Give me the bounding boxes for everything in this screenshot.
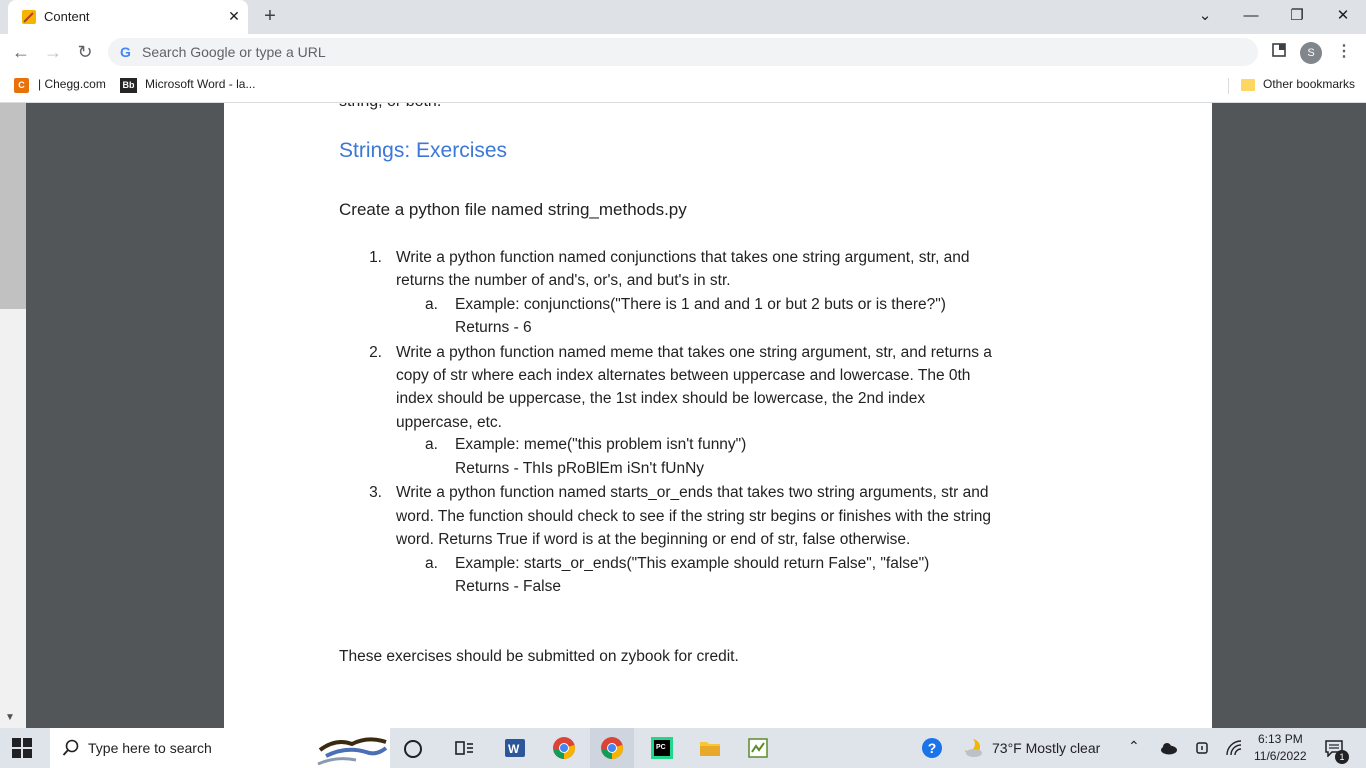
search-icon bbox=[62, 739, 79, 756]
cortana-icon[interactable] bbox=[404, 740, 422, 758]
browser-toolbar: ← → ↻ G Search Google or type a URL S ⋮ bbox=[0, 34, 1366, 70]
bookmark-microsoft-word[interactable]: Microsoft Word - la... bbox=[145, 77, 255, 91]
blackboard-icon: Bb bbox=[120, 78, 137, 93]
address-bar-placeholder: Search Google or type a URL bbox=[142, 44, 326, 60]
bookmarks-divider bbox=[1228, 78, 1229, 94]
windows-start-icon[interactable] bbox=[12, 738, 32, 758]
tab-search-chevron-icon[interactable]: ⌄ bbox=[1182, 0, 1228, 34]
returns-line: Returns - ThIs pRoBlEm iSn't fUnNy bbox=[455, 460, 705, 477]
weather-moon-icon[interactable] bbox=[960, 736, 984, 760]
file-explorer-icon[interactable] bbox=[698, 736, 722, 760]
taskbar-search-box[interactable]: Type here to search bbox=[50, 728, 390, 768]
profile-avatar[interactable]: S bbox=[1300, 42, 1322, 64]
notes-app-icon[interactable] bbox=[746, 736, 770, 760]
tab-strip: Content ✕ + ⌄ — ❐ ✕ bbox=[0, 0, 1366, 34]
bookmark-chegg[interactable]: | Chegg.com bbox=[38, 77, 106, 91]
pycharm-icon[interactable]: PC bbox=[650, 736, 674, 760]
item-text-line: uppercase, etc. bbox=[396, 414, 502, 431]
bookmarks-bar: C | Chegg.com Bb Microsoft Word - la... … bbox=[0, 70, 1366, 103]
chrome-profile-icon[interactable] bbox=[600, 736, 624, 760]
section-heading: Strings: Exercises bbox=[339, 139, 508, 162]
search-highlight-illustration-icon bbox=[317, 737, 388, 766]
sub-item-letter: a. bbox=[425, 555, 438, 572]
new-tab-button[interactable]: + bbox=[258, 5, 282, 29]
pen-battery-icon[interactable] bbox=[1194, 740, 1210, 756]
chegg-icon: C bbox=[14, 78, 29, 93]
document-page: string, or both. Strings: Exercises Crea… bbox=[224, 103, 1212, 728]
intro-text: Create a python file named string_method… bbox=[339, 200, 687, 219]
close-window-button[interactable]: ✕ bbox=[1320, 0, 1366, 34]
weather-text[interactable]: 73°F Mostly clear bbox=[992, 740, 1100, 756]
other-bookmarks[interactable]: Other bookmarks bbox=[1263, 77, 1355, 91]
item-number: 3. bbox=[369, 484, 382, 501]
item-text-line: copy of str where each index alternates … bbox=[396, 367, 971, 384]
folder-icon bbox=[1241, 79, 1255, 91]
show-hidden-icons-chevron-icon[interactable]: ⌃ bbox=[1128, 738, 1140, 755]
onedrive-cloud-icon[interactable] bbox=[1160, 741, 1178, 755]
item-text-line: Write a python function named meme that … bbox=[396, 344, 992, 361]
clock-date[interactable]: 11/6/2022 bbox=[1254, 749, 1307, 763]
tab-close-icon[interactable]: ✕ bbox=[224, 6, 244, 26]
restore-button[interactable]: ❐ bbox=[1274, 0, 1320, 34]
returns-line: Returns - 6 bbox=[455, 319, 532, 336]
sub-item-letter: a. bbox=[425, 436, 438, 453]
minimize-button[interactable]: — bbox=[1228, 0, 1274, 34]
back-arrow-icon[interactable]: ← bbox=[6, 34, 36, 70]
svg-text:W: W bbox=[508, 742, 520, 756]
windows-taskbar: Type here to search W PC ? 73°F Mostly c… bbox=[0, 728, 1366, 768]
clock-time[interactable]: 6:13 PM bbox=[1258, 732, 1303, 746]
item-number: 2. bbox=[369, 344, 382, 361]
item-text-line: returns the number of and's, or's, and b… bbox=[396, 272, 731, 289]
item-text-line: index should be uppercase, the 1st index… bbox=[396, 390, 926, 407]
notification-badge: 1 bbox=[1335, 750, 1349, 764]
microsoft-word-icon[interactable]: W bbox=[503, 736, 527, 760]
item-number: 1. bbox=[369, 249, 382, 266]
scrollbar-thumb[interactable] bbox=[0, 103, 26, 309]
forward-arrow-icon[interactable]: → bbox=[38, 34, 68, 70]
chrome-icon[interactable] bbox=[552, 736, 576, 760]
google-g-icon: G bbox=[120, 44, 131, 60]
item-text-line: word. Returns True if word is at the beg… bbox=[396, 531, 911, 548]
example-line: Example: meme("this problem isn't funny"… bbox=[455, 436, 747, 453]
item-text-line: Write a python function named starts_or_… bbox=[396, 484, 989, 501]
sub-item-letter: a. bbox=[425, 296, 438, 313]
cut-off-text: string, or both. bbox=[339, 103, 441, 111]
reading-list-icon[interactable] bbox=[1272, 43, 1286, 57]
returns-line: Returns - False bbox=[455, 578, 561, 595]
wifi-icon[interactable] bbox=[1226, 740, 1242, 756]
tab-title: Content bbox=[44, 9, 90, 24]
item-text-line: Write a python function named conjunctio… bbox=[396, 249, 970, 266]
address-bar[interactable]: G Search Google or type a URL bbox=[108, 38, 1258, 66]
task-view-icon[interactable] bbox=[452, 736, 476, 760]
taskbar-search-placeholder: Type here to search bbox=[88, 740, 212, 756]
tab-content[interactable]: Content ✕ bbox=[8, 0, 248, 34]
document-favicon-icon bbox=[22, 10, 36, 24]
scroll-down-arrow-icon[interactable]: ▼ bbox=[5, 712, 15, 723]
example-line: Example: conjunctions("There is 1 and an… bbox=[455, 296, 946, 313]
item-text-line: word. The function should check to see i… bbox=[396, 508, 992, 525]
footer-note: These exercises should be submitted on z… bbox=[339, 648, 739, 665]
menu-kebab-icon[interactable]: ⋮ bbox=[1334, 40, 1354, 64]
reload-icon[interactable]: ↻ bbox=[70, 34, 100, 70]
svg-text:PC: PC bbox=[656, 744, 666, 751]
example-line: Example: starts_or_ends("This example sh… bbox=[455, 555, 930, 572]
help-icon[interactable]: ? bbox=[922, 738, 942, 758]
